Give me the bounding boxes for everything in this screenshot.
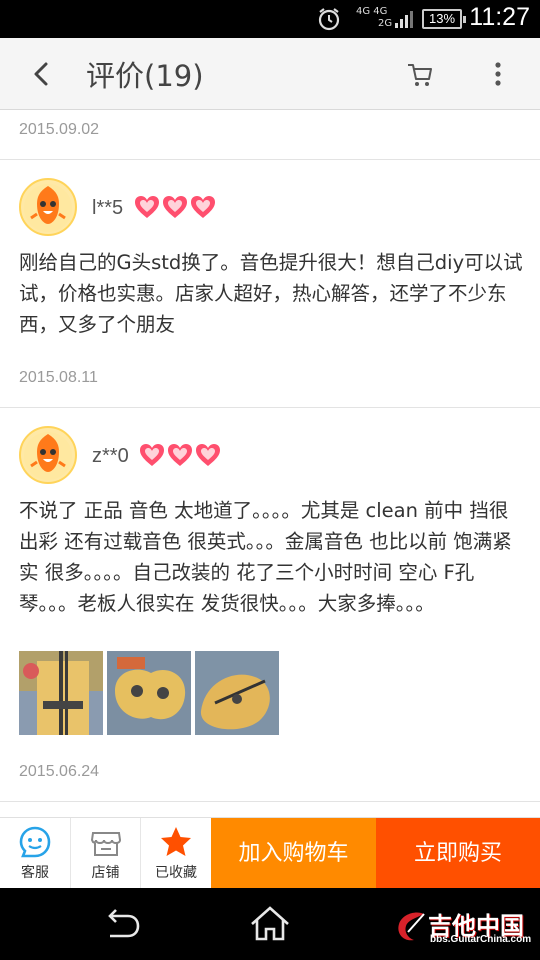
review-content: 不说了 正品 音色 太地道了。。。。尤其是 clean 前中 挡很出彩 还有过载…: [19, 499, 512, 615]
heart-level-icon: [196, 444, 220, 466]
add-to-cart-button[interactable]: 加入购物车: [211, 818, 376, 889]
review-photo[interactable]: [107, 651, 191, 735]
reviewer-name: z**0: [92, 445, 129, 467]
heart-level-icon: [168, 444, 192, 466]
review-date: 2015.08.11: [19, 369, 98, 386]
status-bar: 4G 4G 2G 13% 11:27: [0, 0, 540, 38]
heart-level-icon: [163, 196, 187, 218]
page-title: 评价(19): [86, 59, 204, 93]
cart-icon[interactable]: [405, 60, 435, 90]
status-time: 11:27: [469, 3, 530, 31]
bottom-action-bar: 客服 店铺 已收藏 加入购物车 立即购买: [0, 817, 540, 889]
star-icon: [161, 827, 191, 856]
review-photo[interactable]: [195, 651, 279, 735]
customer-service-button[interactable]: 客服: [0, 818, 71, 889]
heart-level-icon: [191, 196, 215, 218]
page-header: 评价(19): [0, 38, 540, 110]
mascot-avatar-icon: [24, 184, 72, 232]
guitarchina-logo-icon: [398, 912, 425, 941]
buy-now-button[interactable]: 立即购买: [376, 818, 540, 889]
heart-level-icon: [140, 444, 164, 466]
reviewer-level: [138, 442, 222, 468]
mascot-avatar-icon: [24, 432, 72, 480]
avatar[interactable]: [19, 426, 77, 484]
divider: [0, 407, 540, 408]
shop-icon: [90, 832, 121, 856]
customer-service-icon: [19, 826, 51, 858]
network-indicator: 4G 4G 2G: [356, 6, 393, 29]
guitar-photo-image: [195, 651, 279, 735]
customer-service-label: 客服: [21, 865, 49, 881]
review-content: 刚给自己的G头std换了。音色提升很大！想自己diy可以试试，价格也实惠。店家人…: [19, 251, 523, 336]
reviewer-name: l**5: [92, 197, 124, 219]
review-photo[interactable]: [19, 651, 103, 735]
avatar[interactable]: [19, 178, 77, 236]
review-photos: [19, 651, 279, 735]
divider: [0, 801, 540, 802]
system-back-icon[interactable]: [100, 906, 142, 942]
system-home-icon[interactable]: [248, 904, 292, 942]
alarm-icon: [318, 8, 340, 31]
review-list[interactable]: 2015.09.02 l**5 刚给自己的G头std换了。音色提升很大！想自己d…: [0, 111, 540, 817]
back-arrow-icon[interactable]: [26, 58, 56, 90]
shop-button[interactable]: 店铺: [71, 818, 141, 889]
favorite-button[interactable]: 已收藏: [141, 818, 211, 889]
battery-indicator: 13%: [422, 9, 466, 29]
system-navigation-bar: 吉他中国 bbs.GuitarChina.com: [0, 888, 540, 960]
signal-icon: [395, 11, 413, 28]
guitar-photo-image: [107, 651, 191, 735]
shop-label: 店铺: [91, 865, 120, 881]
review-date: 2015.09.02: [19, 121, 100, 138]
site-watermark: 吉他中国 bbs.GuitarChina.com: [394, 906, 536, 950]
favorite-label: 已收藏: [155, 865, 197, 881]
guitar-photo-image: [19, 651, 103, 735]
review-date: 2015.06.24: [19, 763, 100, 780]
more-menu-icon[interactable]: [484, 58, 512, 90]
watermark-url: bbs.GuitarChina.com: [430, 934, 532, 945]
divider: [0, 159, 540, 160]
reviewer-level: [133, 194, 217, 220]
heart-level-icon: [135, 196, 159, 218]
